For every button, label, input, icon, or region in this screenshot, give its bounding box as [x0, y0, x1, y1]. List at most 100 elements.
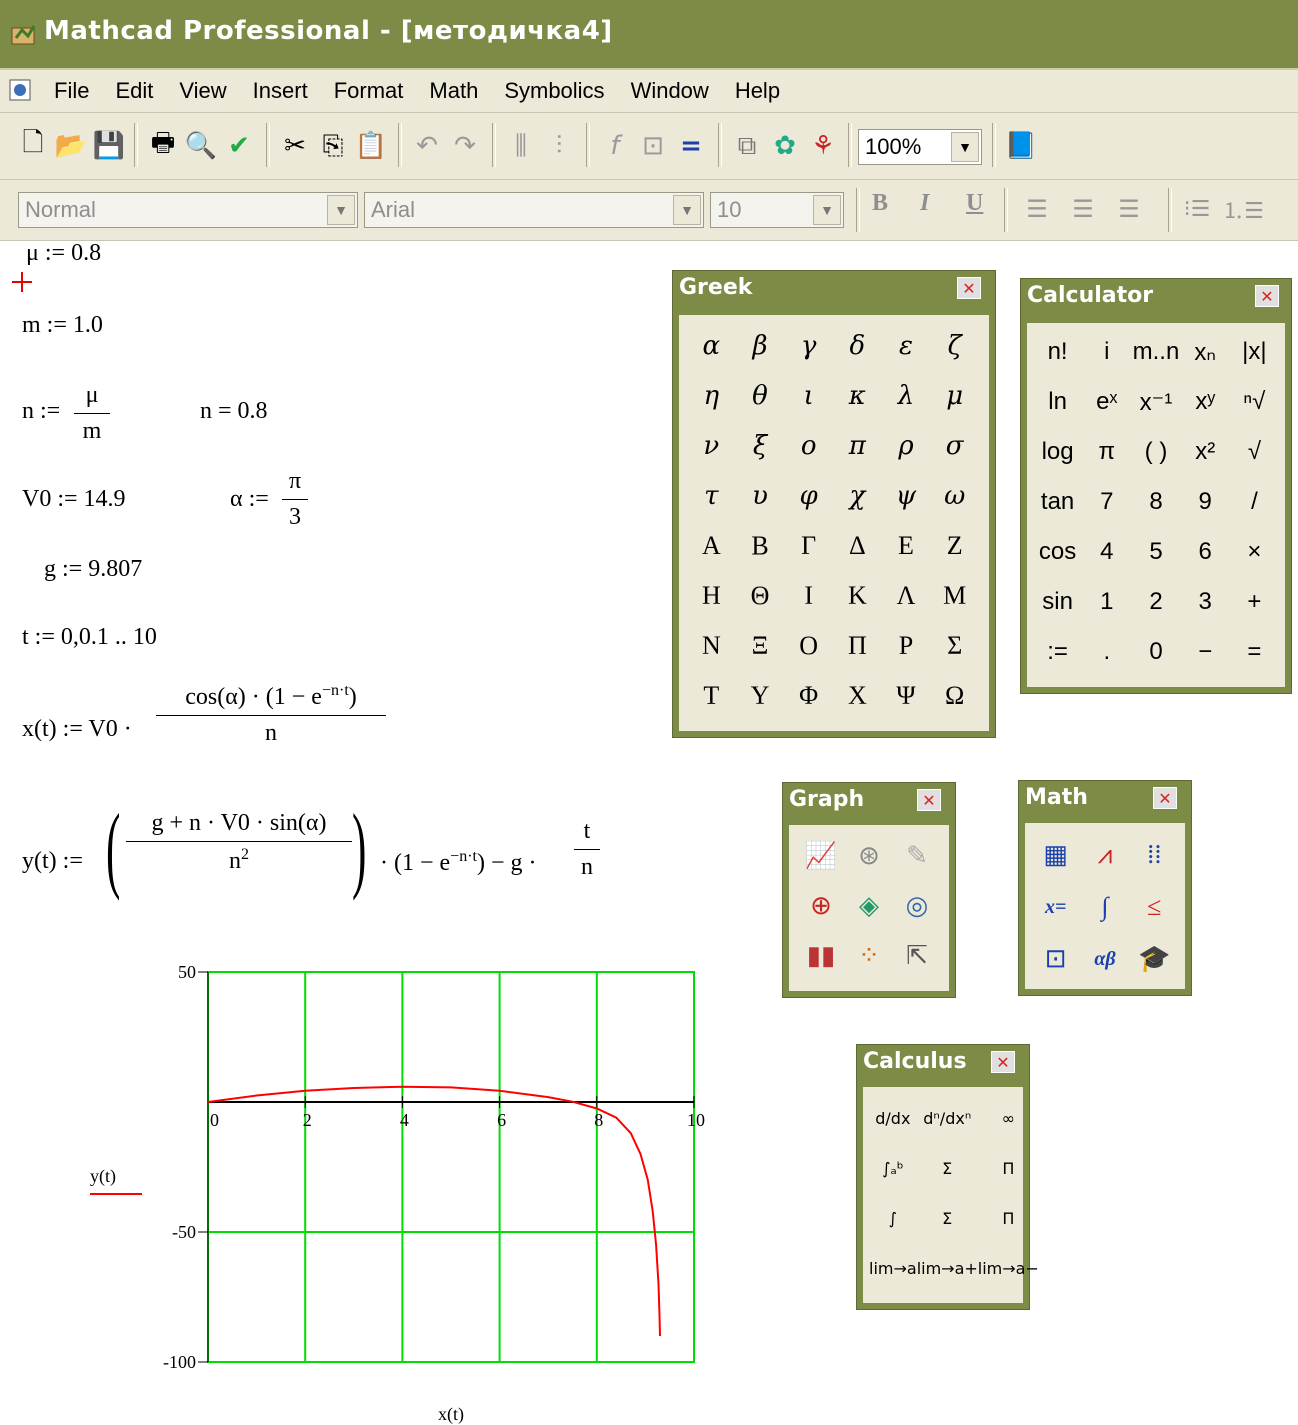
- evaluation-toolbar-icon[interactable]: x=: [1031, 881, 1080, 933]
- greek-letter-button-21[interactable]: χ: [833, 471, 882, 521]
- greek-letter-button-38[interactable]: Ο: [784, 621, 833, 671]
- n-result[interactable]: n = 0.8: [200, 398, 268, 425]
- greek-letter-button-26[interactable]: Γ: [784, 521, 833, 571]
- greek-letter-button-3[interactable]: δ: [833, 321, 882, 371]
- calculus-operator-button-10[interactable]: lim→a+: [917, 1243, 978, 1293]
- math-palette[interactable]: Math ✕ ▦ ⩘ ⁞⁞ x= ∫ ≤ ⊡ αβ 🎓: [1018, 780, 1192, 996]
- open-folder-icon[interactable]: 📂: [54, 129, 88, 163]
- new-file-icon[interactable]: 🗋: [16, 128, 50, 163]
- g-definition[interactable]: g := 9.807: [44, 556, 142, 583]
- greek-letter-button-33[interactable]: Κ: [833, 571, 882, 621]
- calculus-operator-button-6[interactable]: ∫: [869, 1193, 917, 1243]
- insert-unit-icon[interactable]: ⊡: [636, 129, 670, 163]
- graph-toolbar-icon[interactable]: ⩘: [1080, 829, 1129, 881]
- calculator-key-31[interactable]: .: [1082, 627, 1131, 677]
- contour-plot-icon[interactable]: ◎: [893, 881, 941, 931]
- calculator-key-7[interactable]: x⁻¹: [1131, 377, 1180, 427]
- greek-letter-button-41[interactable]: Σ: [930, 621, 979, 671]
- underline-button[interactable]: U: [966, 190, 983, 217]
- calculus-operator-button-0[interactable]: d/dx: [869, 1093, 917, 1143]
- greek-letter-button-20[interactable]: φ: [784, 471, 833, 521]
- y-middle[interactable]: · (1 − e−n·t) − g ·: [380, 848, 537, 877]
- calculator-key-20[interactable]: cos: [1033, 527, 1082, 577]
- calculus-operator-button-4[interactable]: Σ: [917, 1143, 978, 1193]
- calculus-operator-button-1[interactable]: dⁿ/dxⁿ: [917, 1093, 978, 1143]
- document-icon[interactable]: [8, 78, 32, 102]
- greek-letter-button-42[interactable]: Τ: [687, 671, 736, 721]
- greek-letter-button-35[interactable]: Μ: [930, 571, 979, 621]
- calculus-operator-button-2[interactable]: ∞: [978, 1093, 1039, 1143]
- matrix-toolbar-icon[interactable]: ⁞⁞: [1130, 829, 1179, 881]
- greek-letter-button-40[interactable]: Ρ: [882, 621, 931, 671]
- x-fraction[interactable]: cos(α) · (1 − e−n·t) n: [156, 682, 386, 747]
- scatter-plot-icon[interactable]: ⁘: [845, 931, 893, 981]
- resource-center-icon[interactable]: 📘: [1004, 129, 1038, 163]
- menu-window[interactable]: Window: [631, 78, 709, 104]
- y-fraction[interactable]: g + n · V0 · sin(α) n2: [126, 810, 352, 875]
- n-fraction[interactable]: μ m: [74, 382, 110, 445]
- spell-check-icon[interactable]: ✔: [222, 129, 256, 163]
- greek-letter-button-27[interactable]: Δ: [833, 521, 882, 571]
- greek-letter-button-43[interactable]: Υ: [736, 671, 785, 721]
- redo-icon[interactable]: ↷: [448, 129, 482, 163]
- calculate-icon[interactable]: =: [674, 129, 708, 163]
- calculator-key-19[interactable]: /: [1230, 477, 1279, 527]
- greek-letter-button-31[interactable]: Θ: [736, 571, 785, 621]
- greek-letter-button-23[interactable]: ω: [930, 471, 979, 521]
- greek-letter-button-36[interactable]: Ν: [687, 621, 736, 671]
- calculator-key-33[interactable]: −: [1181, 627, 1230, 677]
- paste-icon[interactable]: 📋: [354, 129, 388, 163]
- calculator-key-14[interactable]: √: [1230, 427, 1279, 477]
- chevron-down-icon[interactable]: ▼: [951, 132, 979, 162]
- greek-letter-button-37[interactable]: Ξ: [736, 621, 785, 671]
- greek-letter-button-45[interactable]: Χ: [833, 671, 882, 721]
- greek-letter-button-4[interactable]: ε: [882, 321, 931, 371]
- greek-letter-button-22[interactable]: ψ: [882, 471, 931, 521]
- calculus-operator-button-5[interactable]: Π: [978, 1143, 1039, 1193]
- calculus-operator-button-9[interactable]: lim→a: [869, 1243, 917, 1293]
- calculator-key-17[interactable]: 8: [1131, 477, 1180, 527]
- greek-letter-button-46[interactable]: Ψ: [882, 671, 931, 721]
- greek-letter-button-18[interactable]: τ: [687, 471, 736, 521]
- greek-palette[interactable]: Greek ✕ αβγδεζ ηθικλμ νξοπρσ τυφχψω ΑΒΓΔΕΖ ΗΘ…: [672, 270, 996, 738]
- greek-letter-button-9[interactable]: κ: [833, 371, 882, 421]
- print-icon[interactable]: 🖶: [146, 128, 180, 163]
- close-icon[interactable]: ✕: [991, 1051, 1015, 1073]
- menu-edit[interactable]: Edit: [115, 78, 153, 104]
- greek-letter-button-11[interactable]: μ: [930, 371, 979, 421]
- greek-letter-button-47[interactable]: Ω: [930, 671, 979, 721]
- greek-letter-button-5[interactable]: ζ: [930, 321, 979, 371]
- component-wizard-icon[interactable]: ✿: [768, 129, 802, 163]
- greek-letter-button-29[interactable]: Ζ: [930, 521, 979, 571]
- alpha-fraction[interactable]: π 3: [282, 468, 308, 531]
- alpha-lhs[interactable]: α :=: [230, 486, 269, 513]
- surface-plot-icon[interactable]: ⊕: [797, 881, 845, 931]
- calculator-key-5[interactable]: ln: [1033, 377, 1082, 427]
- symbolic-toolbar-icon[interactable]: 🎓: [1130, 933, 1179, 985]
- align-right-icon[interactable]: ☰: [1112, 192, 1146, 226]
- programming-toolbar-icon[interactable]: ⊡: [1031, 933, 1080, 985]
- zoom-select[interactable]: 100% ▼: [858, 129, 982, 165]
- v0-definition[interactable]: V0 := 14.9: [22, 486, 126, 513]
- align-center-icon[interactable]: ☰: [1066, 192, 1100, 226]
- calculus-operator-button-3[interactable]: ∫ₐᵇ: [869, 1143, 917, 1193]
- greek-letter-button-12[interactable]: ν: [687, 421, 736, 471]
- calculator-key-1[interactable]: i: [1082, 327, 1131, 377]
- xy-plot[interactable]: 50 -50 -100 0 2 4 6 8 10 y(t) x(t): [0, 960, 720, 1425]
- polar-plot-icon[interactable]: ⊛: [845, 831, 893, 881]
- chevron-down-icon[interactable]: ▼: [813, 195, 841, 225]
- close-icon[interactable]: ✕: [957, 277, 981, 299]
- greek-letter-button-7[interactable]: θ: [736, 371, 785, 421]
- menu-file[interactable]: File: [54, 78, 89, 104]
- calculator-key-3[interactable]: xₙ: [1181, 327, 1230, 377]
- greek-toolbar-icon[interactable]: αβ: [1080, 933, 1129, 985]
- vector-field-icon[interactable]: ⇱: [893, 931, 941, 981]
- greek-letter-button-8[interactable]: ι: [784, 371, 833, 421]
- bullets-icon[interactable]: ⁝☰: [1180, 192, 1214, 226]
- insert-function-icon[interactable]: f: [598, 129, 632, 163]
- greek-letter-button-44[interactable]: Φ: [784, 671, 833, 721]
- chevron-down-icon[interactable]: ▼: [327, 195, 355, 225]
- calculator-key-25[interactable]: sin: [1033, 577, 1082, 627]
- greek-letter-button-25[interactable]: Β: [736, 521, 785, 571]
- calculator-key-13[interactable]: x²: [1181, 427, 1230, 477]
